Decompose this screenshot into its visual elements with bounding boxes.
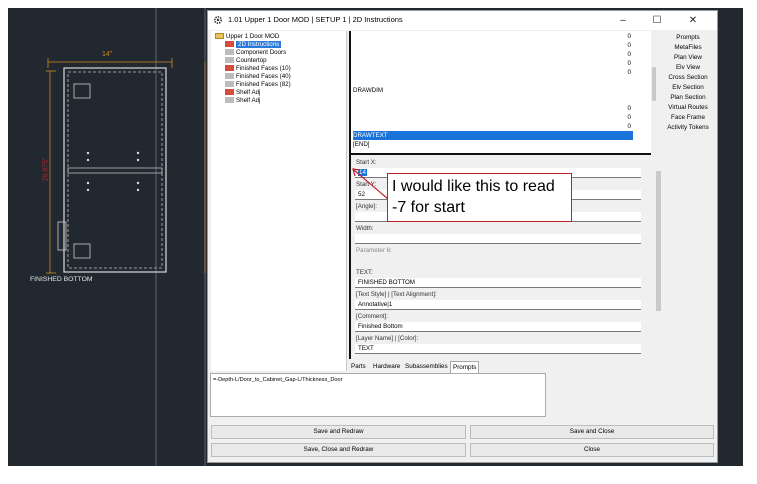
list-item[interactable]: 0 bbox=[353, 32, 633, 41]
list-item[interactable]: 0 bbox=[353, 122, 633, 131]
tree-item-finished-faces-40[interactable]: Finished Faces (40) bbox=[225, 73, 291, 81]
width-field[interactable] bbox=[355, 234, 641, 244]
folder-icon bbox=[215, 33, 224, 40]
list-item[interactable]: [END] bbox=[353, 140, 633, 149]
tree-item-component-doors[interactable]: Component Doors bbox=[225, 49, 286, 57]
tree-item-shelf-adj-2[interactable]: Shelf Adj bbox=[225, 97, 260, 105]
close-window-button[interactable]: ✕ bbox=[682, 13, 704, 28]
face-frame-button[interactable]: Face Frame bbox=[659, 113, 717, 122]
component-icon bbox=[225, 73, 234, 80]
plan-section-button[interactable]: Plan Section bbox=[659, 93, 717, 102]
minimize-button[interactable]: – bbox=[612, 13, 634, 28]
parameter-6-label: Parameter 6: bbox=[356, 247, 392, 254]
text-style-label: [Text Style] | [Text Alignment]: bbox=[356, 291, 437, 298]
tree-item-shelf-adj-1[interactable]: Shelf Adj bbox=[225, 89, 260, 97]
layer-field[interactable]: TEXT bbox=[355, 344, 641, 354]
list-item[interactable]: 0 bbox=[353, 41, 633, 50]
list-item[interactable]: 0 bbox=[353, 50, 633, 59]
save-close-redraw-button[interactable]: Save, Close and Redraw bbox=[211, 443, 466, 457]
list-item[interactable]: 0 bbox=[353, 104, 633, 113]
tree-item-label: 2D Instructions bbox=[236, 41, 282, 48]
metafiles-button[interactable]: MetaFiles bbox=[659, 43, 717, 52]
tab-subassemblies[interactable]: Subassemblies bbox=[403, 361, 450, 372]
operation-icon bbox=[225, 65, 234, 72]
plan-view-button[interactable]: Plan View bbox=[659, 53, 717, 62]
height-dimension-label: 29.875" bbox=[42, 157, 50, 182]
tree-item-label: Component Doors bbox=[236, 49, 287, 56]
maximize-button[interactable]: ☐ bbox=[646, 13, 668, 28]
component-icon bbox=[225, 49, 234, 56]
tree-item-label: Shelf Adj bbox=[236, 89, 261, 96]
tree-item-label: Countertop bbox=[236, 57, 267, 64]
tree-item-label: Finished Faces (82) bbox=[236, 81, 291, 88]
elv-section-button[interactable]: Elv Section bbox=[659, 83, 717, 92]
activity-tokens-button[interactable]: Activity Tokens bbox=[659, 123, 717, 132]
tab-hardware[interactable]: Hardware bbox=[371, 361, 402, 372]
text-field[interactable]: FINISHED BOTTOM bbox=[355, 278, 641, 288]
start-x-label: Start X: bbox=[356, 159, 377, 166]
form-scrollbar[interactable] bbox=[656, 171, 661, 311]
prompts-view-button[interactable]: Prompts bbox=[659, 33, 717, 42]
list-item[interactable]: DRAWDIM bbox=[353, 86, 633, 95]
list-item[interactable]: 0 bbox=[353, 113, 633, 122]
width-dimension-label: 14" bbox=[102, 51, 113, 58]
annotation-callout: I would like this to read -7 for start bbox=[387, 173, 572, 222]
component-icon bbox=[225, 81, 234, 88]
command-list: 0 0 0 0 0 DRAWDIM 0 0 0 DRAWTEXT [END] bbox=[349, 31, 651, 155]
comment-label: [Comment]: bbox=[356, 313, 388, 320]
tree-item-finished-faces-82[interactable]: Finished Faces (82) bbox=[225, 81, 291, 89]
width-label: Width: bbox=[356, 225, 374, 232]
cross-section-button[interactable]: Cross Section bbox=[659, 73, 717, 82]
finished-bottom-caption: FINISHED BOTTOM bbox=[30, 276, 93, 283]
list-item[interactable]: 0 bbox=[353, 59, 633, 68]
tree-item-2d-instructions[interactable]: 2D Instructions bbox=[225, 41, 282, 49]
component-icon bbox=[225, 97, 234, 104]
component-icon bbox=[225, 57, 234, 64]
tree-item-label: Finished Faces (10) bbox=[236, 65, 291, 72]
tree-item-label: Shelf Adj bbox=[236, 97, 261, 104]
list-item[interactable] bbox=[353, 77, 633, 86]
text-style-field[interactable]: Annotative|1 bbox=[355, 300, 641, 310]
list-item[interactable]: 0 bbox=[353, 68, 633, 77]
window-title: 1.01 Upper 1 Door MOD | SETUP 1 | 2D Ins… bbox=[228, 15, 403, 24]
operation-icon bbox=[225, 89, 234, 96]
gear-icon bbox=[213, 15, 223, 25]
operations-tree: Upper 1 Door MOD 2D Instructions Compone… bbox=[211, 31, 347, 371]
save-and-redraw-button[interactable]: Save and Redraw bbox=[211, 425, 466, 439]
instructions-dialog: 1.01 Upper 1 Door MOD | SETUP 1 | 2D Ins… bbox=[207, 10, 718, 463]
tab-prompts[interactable]: Prompts bbox=[450, 361, 480, 373]
virtual-routes-button[interactable]: Virtual Routes bbox=[659, 103, 717, 112]
list-item-selected[interactable]: DRAWTEXT bbox=[353, 131, 633, 140]
bottom-tabs: Parts Hardware Subassemblies Prompts bbox=[349, 361, 549, 373]
elv-view-button[interactable]: Elv View bbox=[659, 63, 717, 72]
tree-item-finished-faces-10[interactable]: Finished Faces (10) bbox=[225, 65, 291, 73]
list-item[interactable] bbox=[353, 95, 633, 104]
list-scrollbar[interactable] bbox=[652, 67, 656, 101]
text-label: TEXT: bbox=[356, 269, 373, 276]
tree-root-label: Upper 1 Door MOD bbox=[226, 33, 280, 40]
tree-root[interactable]: Upper 1 Door MOD bbox=[215, 33, 279, 41]
title-bar: 1.01 Upper 1 Door MOD | SETUP 1 | 2D Ins… bbox=[208, 11, 717, 30]
operation-icon bbox=[225, 41, 234, 48]
close-button[interactable]: Close bbox=[470, 443, 714, 457]
prompt-formula-box[interactable]: =-Depth-L/Door_to_Cabinet_Gap-L/Thicknes… bbox=[210, 373, 546, 417]
tab-parts[interactable]: Parts bbox=[349, 361, 368, 372]
tree-item-label: Finished Faces (40) bbox=[236, 73, 291, 80]
save-and-close-button[interactable]: Save and Close bbox=[470, 425, 714, 439]
layer-label: [Layer Name] | [Color]: bbox=[356, 335, 419, 342]
tree-item-countertop[interactable]: Countertop bbox=[225, 57, 267, 65]
comment-field[interactable]: Finished Bottom bbox=[355, 322, 641, 332]
